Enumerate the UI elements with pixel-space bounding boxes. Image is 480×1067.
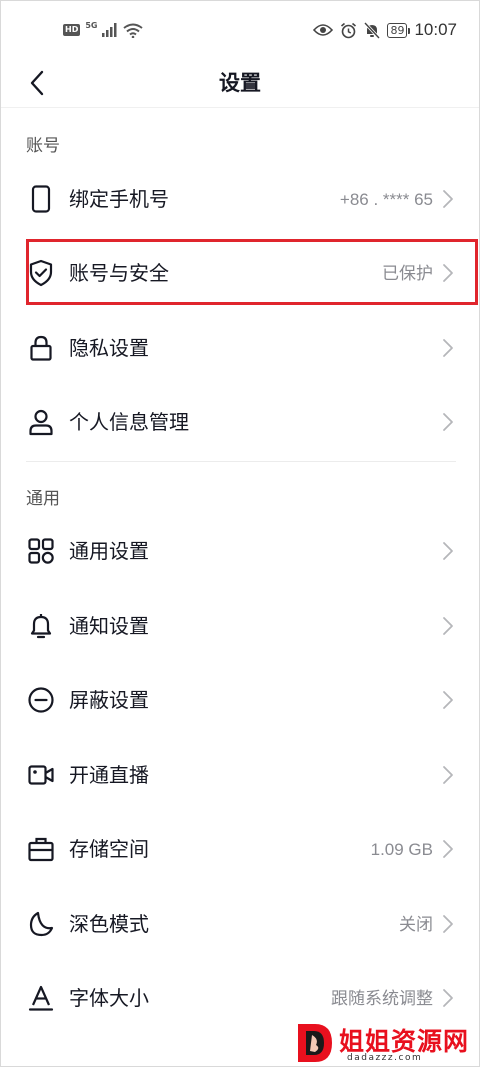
- battery-indicator: 89: [387, 22, 411, 38]
- row-label: 通用设置: [69, 539, 149, 563]
- row-label: 绑定手机号: [69, 187, 169, 211]
- hd-badge: HD: [63, 24, 81, 36]
- chevron-right-icon: [443, 691, 453, 709]
- network-type: 5G: [85, 20, 98, 30]
- settings-row-storage[interactable]: 存储空间 1.09 GB: [1, 812, 479, 886]
- row-value: +86 . **** 65: [339, 190, 433, 209]
- status-bar: HD 5G 89 10:07: [1, 1, 479, 59]
- row-value: 关闭: [399, 915, 433, 934]
- row-label: 个人信息管理: [69, 410, 189, 434]
- alarm-icon: [341, 22, 357, 38]
- settings-row-general[interactable]: 通用设置: [1, 514, 479, 588]
- row-label: 开通直播: [69, 763, 149, 787]
- grid-icon: [28, 538, 54, 564]
- settings-row-live[interactable]: 开通直播: [1, 738, 479, 812]
- person-icon: [29, 409, 53, 436]
- settings-row-personal-info[interactable]: 个人信息管理: [1, 385, 479, 459]
- settings-screen: HD 5G 89 10:07 设置 账号 绑定手机号 +86 . **** 65…: [0, 0, 480, 1067]
- settings-row-block[interactable]: 屏蔽设置: [1, 663, 479, 737]
- chevron-right-icon: [443, 190, 453, 208]
- row-value: 1.09 GB: [370, 840, 433, 859]
- settings-row-privacy[interactable]: 隐私设置: [1, 311, 479, 385]
- font-size-icon: [28, 985, 54, 1011]
- title-bar: 设置: [1, 59, 479, 108]
- chevron-right-icon: [443, 542, 453, 560]
- row-label: 通知设置: [69, 614, 149, 638]
- row-label: 存储空间: [69, 837, 149, 861]
- highlight-box: [26, 239, 478, 305]
- signal-icon: [102, 23, 117, 37]
- chevron-right-icon: [443, 339, 453, 357]
- status-right: 89 10:07: [313, 19, 457, 41]
- chevron-right-icon: [443, 989, 453, 1007]
- storage-icon: [28, 837, 54, 862]
- page-title: 设置: [219, 71, 261, 95]
- row-value: 跟随系统调整: [331, 989, 433, 1008]
- chevron-right-icon: [443, 840, 453, 858]
- section-title-account: 账号: [26, 136, 60, 156]
- settings-row-dark-mode[interactable]: 深色模式 关闭: [1, 887, 479, 961]
- chevron-right-icon: [443, 413, 453, 431]
- watermark-url: dadazzz.com: [347, 1053, 423, 1063]
- phone-icon: [31, 185, 51, 213]
- video-camera-icon: [28, 765, 54, 785]
- settings-row-bind-phone[interactable]: 绑定手机号 +86 . **** 65: [1, 162, 479, 236]
- section-title-general: 通用: [26, 489, 60, 509]
- moon-icon: [29, 911, 54, 937]
- watermark: 姐姐资源网 dadazzz.com: [295, 1019, 479, 1066]
- section-divider: [26, 461, 456, 462]
- row-label: 深色模式: [69, 912, 149, 936]
- watermark-logo-icon: [298, 1024, 332, 1062]
- settings-row-notifications[interactable]: 通知设置: [1, 589, 479, 663]
- chevron-right-icon: [443, 766, 453, 784]
- status-time: 10:07: [414, 20, 457, 39]
- lock-icon: [30, 335, 52, 361]
- chevron-right-icon: [443, 915, 453, 933]
- wifi-icon: [123, 23, 144, 38]
- block-icon: [28, 687, 54, 713]
- status-left: HD 5G: [63, 19, 144, 41]
- bell-icon: [30, 614, 52, 639]
- eye-icon: [313, 24, 334, 36]
- mute-bell-icon: [364, 21, 381, 39]
- row-label: 字体大小: [69, 986, 149, 1010]
- row-label: 屏蔽设置: [69, 688, 149, 712]
- chevron-right-icon: [443, 617, 453, 635]
- row-label: 隐私设置: [69, 336, 149, 360]
